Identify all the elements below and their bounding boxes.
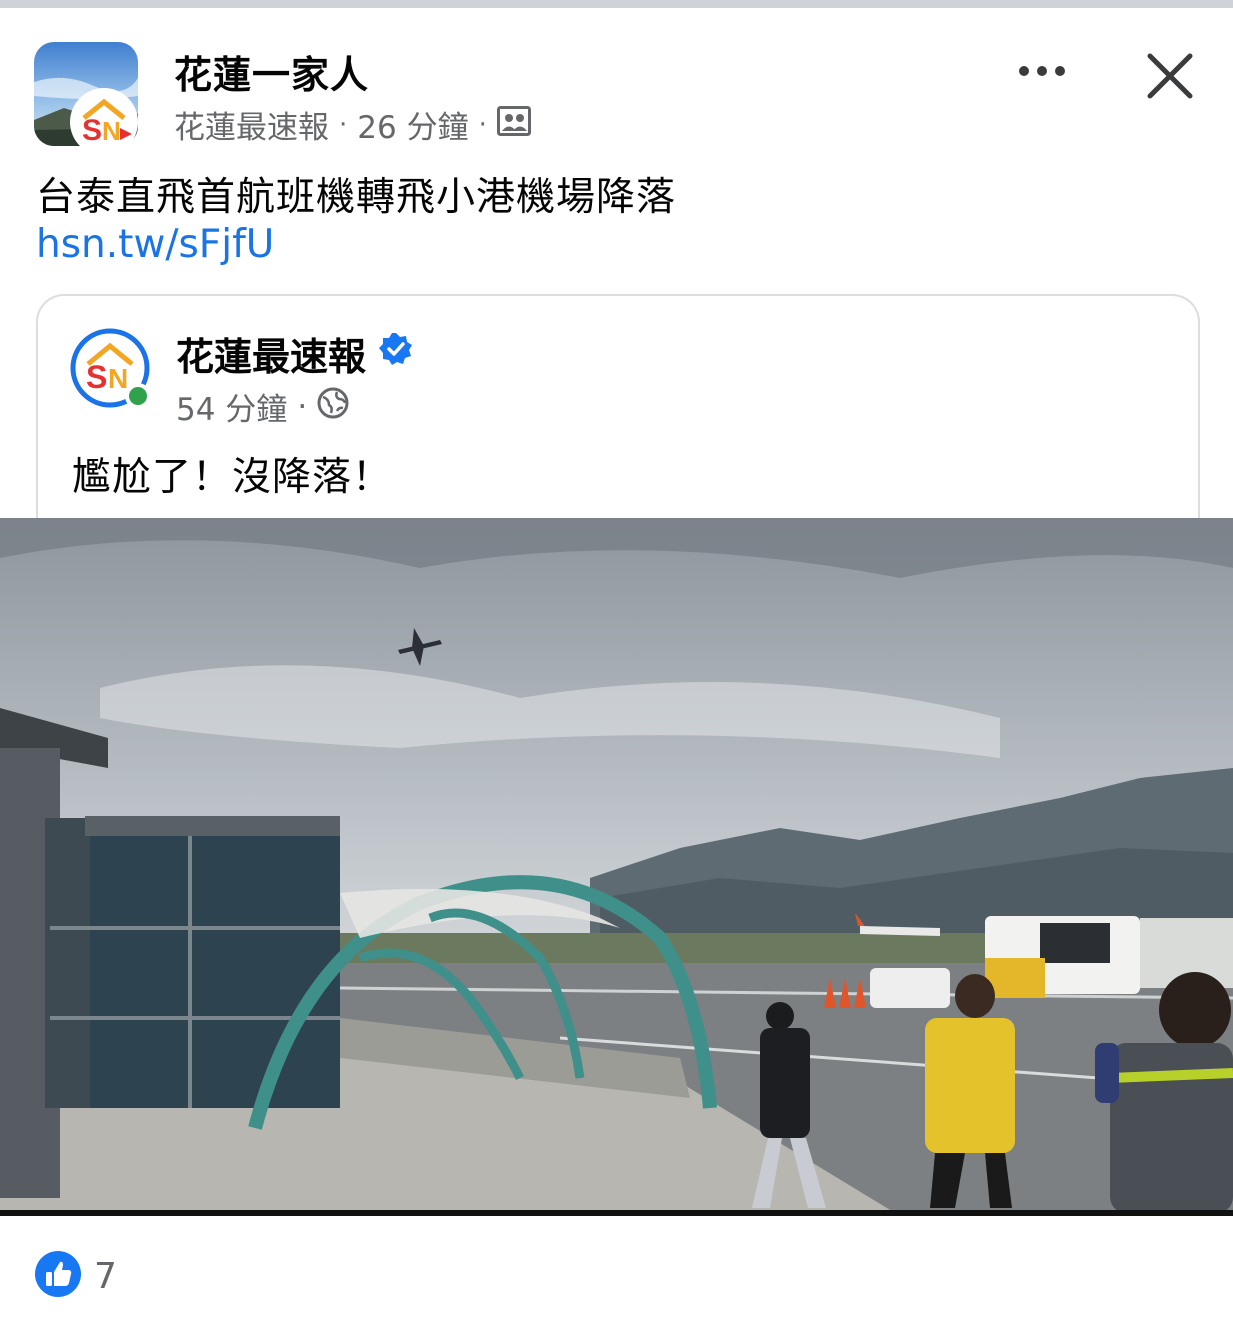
svg-text:N: N bbox=[102, 116, 121, 146]
more-options-icon bbox=[1019, 66, 1065, 76]
video-player[interactable] bbox=[0, 518, 1233, 1216]
shared-post-card[interactable]: S N 花蓮最速報 54 分鐘 · 尷尬了！沒降落！ bbox=[36, 294, 1200, 556]
post-author[interactable]: 花蓮最速報 bbox=[174, 102, 329, 147]
post-meta: 花蓮最速報 · 26 分鐘 · bbox=[174, 102, 531, 147]
group-name[interactable]: 花蓮一家人 bbox=[174, 44, 369, 99]
verified-badge-icon bbox=[378, 331, 414, 376]
svg-text:N: N bbox=[108, 363, 128, 394]
post-link[interactable]: hsn.tw/sFjfU bbox=[36, 222, 274, 267]
top-edge-bar bbox=[0, 0, 1233, 8]
close-button[interactable] bbox=[1140, 46, 1200, 106]
meta-separator: · bbox=[297, 388, 308, 425]
like-count[interactable]: 7 bbox=[94, 1256, 117, 1297]
shared-post-time[interactable]: 54 分鐘 bbox=[176, 384, 287, 429]
video-frame bbox=[0, 518, 1233, 1216]
shared-author-name[interactable]: 花蓮最速報 bbox=[176, 326, 366, 381]
shared-post-meta: 54 分鐘 · bbox=[176, 384, 349, 429]
reaction-summary[interactable]: 7 bbox=[34, 1250, 117, 1302]
group-badge-logo: S N bbox=[70, 88, 138, 156]
svg-text:S: S bbox=[82, 114, 102, 147]
close-icon bbox=[1147, 53, 1193, 99]
post-text: 台泰直飛首航班機轉飛小港機場降落 bbox=[36, 175, 677, 220]
shared-author-line: 花蓮最速報 bbox=[176, 326, 414, 381]
group-audience-icon bbox=[496, 105, 531, 144]
post-time[interactable]: 26 分鐘 bbox=[357, 102, 468, 147]
shared-post-text: 尷尬了！沒降落！ bbox=[72, 455, 393, 500]
shared-author-avatar[interactable]: S N bbox=[70, 328, 151, 409]
globe-icon bbox=[317, 387, 349, 427]
meta-separator: · bbox=[478, 109, 487, 140]
video-bottom-bar bbox=[0, 1210, 1233, 1216]
post-header: S N 花蓮一家人 花蓮最速報 · 26 分鐘 · bbox=[0, 30, 1233, 160]
online-status-dot bbox=[125, 383, 151, 409]
meta-separator: · bbox=[339, 109, 348, 140]
svg-text:S: S bbox=[86, 359, 107, 395]
more-options-button[interactable] bbox=[1012, 56, 1072, 86]
like-icon bbox=[34, 1250, 82, 1302]
